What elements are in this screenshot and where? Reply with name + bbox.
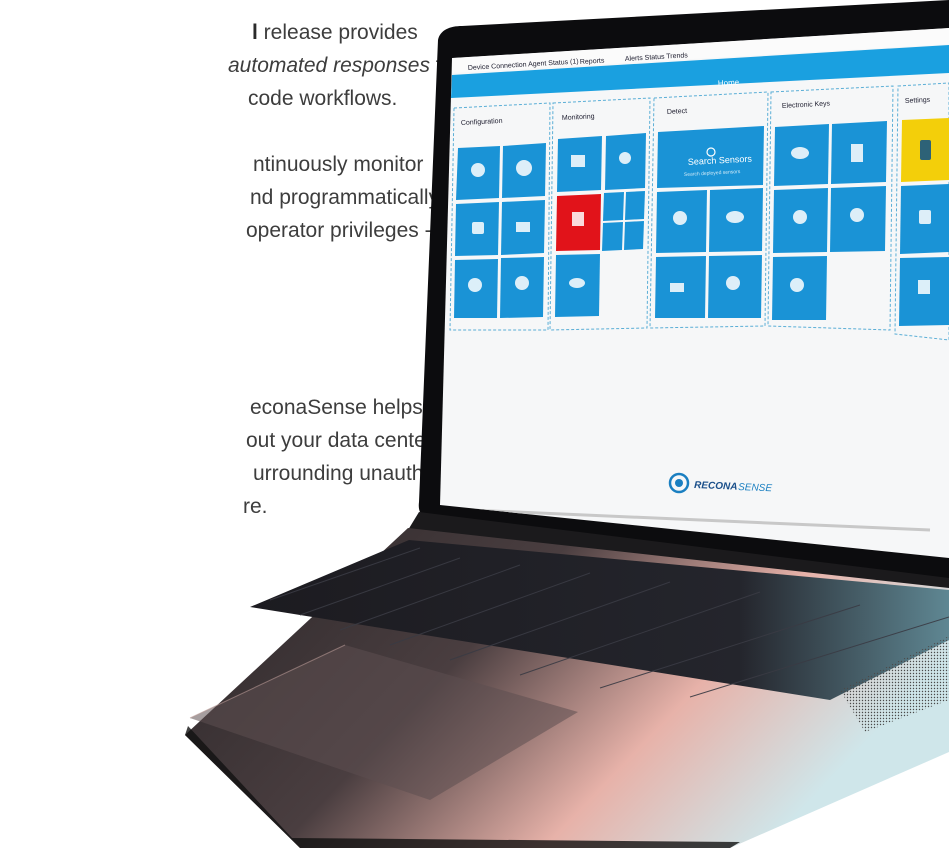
gauge-icon — [516, 160, 532, 176]
lock-icon — [790, 278, 804, 292]
switch-icon — [791, 147, 809, 159]
network-icon — [471, 163, 485, 177]
device-icon — [670, 283, 684, 292]
globe-icon — [515, 276, 529, 290]
laptop-illustration: Device Connection Agent Status (1) Repor… — [185, 0, 949, 848]
tile-monitor-small-4[interactable] — [624, 221, 644, 250]
earth-icon — [850, 208, 864, 222]
tile-monitor-small-1[interactable] — [603, 192, 624, 221]
alert-device-icon — [572, 212, 584, 226]
person-icon — [726, 276, 740, 290]
tower-icon — [851, 144, 863, 162]
menu-item-reports[interactable]: Reports — [580, 58, 605, 66]
padlock-icon — [919, 210, 931, 224]
camera-icon — [619, 152, 631, 164]
cloud-icon — [726, 211, 744, 223]
monitor-icon — [571, 155, 585, 167]
server-icon — [516, 222, 530, 232]
panel-title-settings: Settings — [905, 97, 931, 105]
svg-text:RECONA: RECONA — [694, 480, 738, 493]
tile-monitor-small-3[interactable] — [602, 222, 623, 251]
admin-icon — [918, 280, 930, 294]
user-icon — [472, 222, 484, 234]
mouse-icon — [569, 278, 585, 288]
panel-title-detect: Detect — [667, 108, 688, 116]
world-icon — [673, 211, 687, 225]
header-title: Home — [718, 78, 740, 88]
svg-text:SENSE: SENSE — [738, 482, 773, 494]
plug-icon — [468, 278, 482, 292]
key-icon — [793, 210, 807, 224]
tile-monitor-small-2[interactable] — [625, 191, 645, 220]
phone-icon — [920, 140, 931, 160]
